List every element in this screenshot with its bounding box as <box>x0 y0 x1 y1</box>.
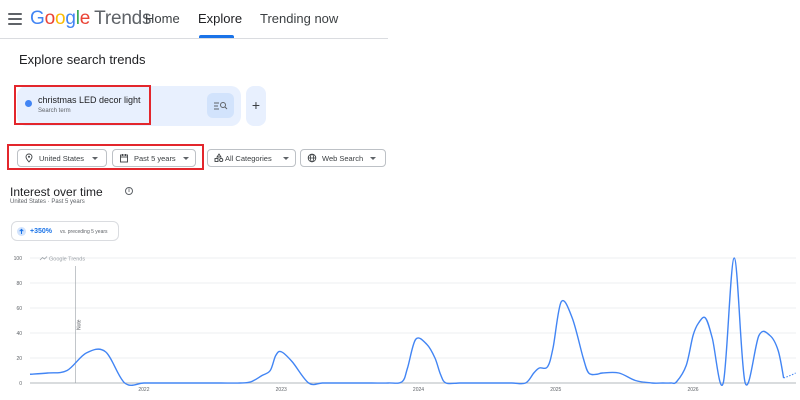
hamburger-menu-icon[interactable] <box>8 13 22 25</box>
search-term-card[interactable]: christmas LED decor light Search term <box>17 86 241 126</box>
note-label: Note <box>76 319 82 330</box>
search-list-icon <box>214 102 228 110</box>
change-comparison-note: vs. preceding 5 years <box>60 229 108 235</box>
time-period-filter[interactable]: Past 5 years <box>112 149 196 167</box>
change-value: +350% <box>30 228 52 235</box>
category-filter-label: All Categories <box>225 154 272 163</box>
tab-trending-now[interactable]: Trending now <box>260 11 338 26</box>
chevron-down-icon <box>370 157 376 160</box>
top-app-bar: Google Trends Home Explore Trending now <box>0 0 388 39</box>
region-filter-label: United States <box>39 154 85 163</box>
google-trends-logo[interactable]: Google Trends <box>30 8 152 30</box>
chart-watermark: Google Trends <box>49 257 85 263</box>
time-period-filter-label: Past 5 years <box>134 154 176 163</box>
location-pin-icon <box>25 153 33 163</box>
category-filter[interactable]: All Categories <box>207 149 296 167</box>
chevron-down-icon <box>183 157 189 160</box>
search-property-filter-label: Web Search <box>322 154 364 163</box>
category-icon <box>214 153 224 163</box>
region-filter[interactable]: United States <box>17 149 107 167</box>
series-line <box>29 257 785 387</box>
interest-over-time-subtitle: United States · Past 5 years <box>10 199 85 205</box>
search-property-filter[interactable]: Web Search <box>300 149 386 167</box>
y-tick-label: 40 <box>16 331 22 337</box>
y-tick-label: 100 <box>14 256 23 262</box>
y-tick-label: 0 <box>19 381 22 387</box>
tab-explore[interactable]: Explore <box>198 11 242 26</box>
globe-icon <box>307 153 317 163</box>
series-color-dot <box>25 100 32 107</box>
x-tick-label: 2025 <box>550 387 561 393</box>
y-tick-label: 60 <box>16 306 22 312</box>
term-options-button[interactable] <box>207 93 234 118</box>
chevron-down-icon <box>92 157 98 160</box>
y-tick-label: 80 <box>16 281 22 287</box>
interest-over-time-chart[interactable]: 0 20 40 60 80 100 2022 2023 2024 2025 2026 Google T… <box>0 250 800 400</box>
y-tick-label: 20 <box>16 356 22 362</box>
x-tick-label: 2026 <box>687 387 698 393</box>
tab-home[interactable]: Home <box>145 11 180 26</box>
info-icon[interactable]: i <box>125 187 133 195</box>
search-term-text[interactable]: christmas LED decor light <box>38 95 141 105</box>
change-summary-chip[interactable]: +350% vs. preceding 5 years <box>11 221 119 241</box>
chevron-down-icon <box>283 157 289 160</box>
arrow-up-icon <box>17 227 26 236</box>
page-title: Explore search trends <box>19 52 146 67</box>
search-term-type: Search term <box>38 108 71 114</box>
x-tick-label: 2022 <box>138 387 149 393</box>
x-tick-label: 2024 <box>413 387 424 393</box>
x-tick-label: 2023 <box>276 387 287 393</box>
add-comparison-button[interactable]: + <box>246 86 266 126</box>
partial-data-segment <box>783 372 796 379</box>
calendar-icon <box>120 154 128 163</box>
active-tab-indicator <box>199 35 234 38</box>
interest-over-time-title: Interest over time <box>10 185 103 199</box>
